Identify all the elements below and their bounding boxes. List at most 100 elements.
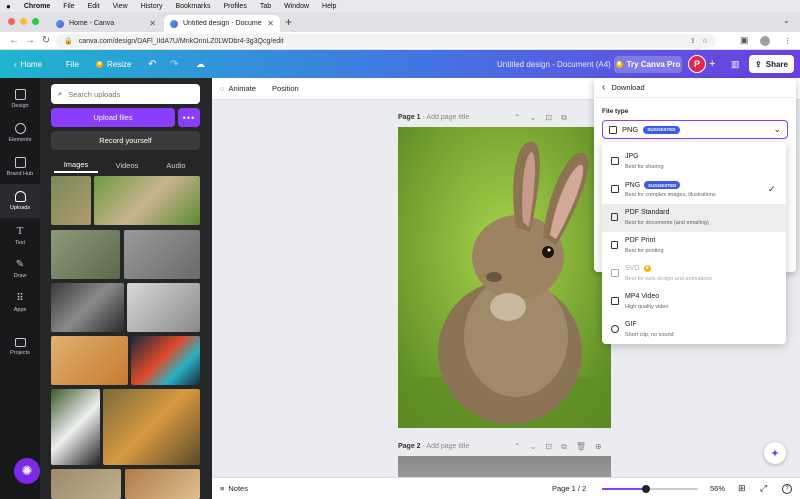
extensions-icon[interactable]: ▣ bbox=[740, 35, 749, 46]
redo-button[interactable]: ↷ bbox=[170, 56, 178, 72]
animate-button[interactable]: ◌ Animate bbox=[220, 84, 256, 93]
duplicate-icon[interactable]: ⧉ bbox=[561, 442, 567, 452]
grid-view-icon[interactable]: ⊞ bbox=[738, 483, 746, 494]
tab-list-icon[interactable]: ⌄ bbox=[783, 16, 790, 25]
option-svg[interactable]: SVG ♛ Best for web design and animations bbox=[602, 260, 786, 288]
try-canva-pro-button[interactable]: ♛ Try Canva Pro bbox=[614, 56, 682, 73]
lock-icon[interactable]: ⊡ bbox=[545, 113, 552, 123]
upload-image-thumbnail[interactable] bbox=[131, 336, 200, 385]
magic-help-button[interactable]: ✦ bbox=[764, 442, 786, 464]
page-1-canvas[interactable] bbox=[398, 127, 611, 428]
menu-file[interactable]: File bbox=[63, 3, 74, 10]
search-uploads-input[interactable]: ⌕ Search uploads bbox=[51, 84, 200, 104]
option-png[interactable]: PNG SUGGESTED Best for complex images, i… bbox=[602, 176, 786, 204]
browser-tab-design[interactable]: Untitled design - Document (A4 ✕ bbox=[164, 15, 280, 32]
menu-edit[interactable]: Edit bbox=[88, 3, 100, 10]
upload-image-thumbnail[interactable] bbox=[51, 176, 91, 225]
menu-history[interactable]: History bbox=[141, 3, 163, 10]
option-mp4-video[interactable]: MP4 Video High quality video bbox=[602, 288, 786, 316]
rail-item-design[interactable]: Design bbox=[0, 82, 40, 116]
upload-image-thumbnail[interactable] bbox=[51, 336, 128, 385]
page-2-label[interactable]: Page 2 - Add page title bbox=[398, 443, 469, 450]
chevron-up-icon[interactable]: ⌃ bbox=[514, 442, 521, 452]
close-window-button[interactable] bbox=[8, 18, 15, 25]
upload-image-thumbnail[interactable] bbox=[127, 283, 200, 332]
url-field[interactable]: 🔒 canva.com/design/DAFl_IIdA7U/MnkOnnLZ0… bbox=[56, 34, 716, 48]
add-collaborator-button[interactable]: + bbox=[709, 56, 715, 72]
forward-arrow-icon[interactable]: → bbox=[22, 35, 38, 46]
more-upload-options-button[interactable]: ••• bbox=[178, 108, 200, 127]
chevron-down-icon[interactable]: ⌄ bbox=[530, 442, 537, 452]
lock-icon[interactable]: ⊡ bbox=[545, 442, 552, 452]
close-tab-icon[interactable]: ✕ bbox=[149, 19, 156, 28]
page-counter[interactable]: Page 1 / 2 bbox=[552, 484, 586, 493]
option-pdf-print[interactable]: PDF Print Best for printing bbox=[602, 232, 786, 260]
menu-tab[interactable]: Tab bbox=[260, 3, 271, 10]
zoom-level[interactable]: 56% bbox=[710, 484, 725, 493]
back-chevron-icon[interactable]: ‹ bbox=[602, 82, 605, 93]
browser-tab-home[interactable]: Home - Canva ✕ bbox=[50, 15, 162, 32]
delete-icon[interactable]: 🗑 bbox=[576, 442, 586, 452]
upload-image-thumbnail[interactable] bbox=[103, 389, 200, 465]
upload-image-thumbnail[interactable] bbox=[124, 230, 200, 279]
add-page-icon[interactable]: ⊕ bbox=[595, 442, 602, 452]
rail-item-uploads[interactable]: Uploads bbox=[0, 184, 40, 218]
upload-image-thumbnail[interactable] bbox=[94, 176, 200, 225]
rail-item-draw[interactable]: ✎ Draw bbox=[0, 252, 40, 286]
apple-icon[interactable]: ● bbox=[6, 2, 11, 11]
rail-item-text[interactable]: T Text bbox=[0, 218, 40, 252]
zoom-window-button[interactable] bbox=[32, 18, 39, 25]
share-page-icon[interactable]: ⇪ bbox=[690, 37, 696, 45]
rail-item-apps[interactable]: ⠿ Apps bbox=[0, 286, 40, 320]
page-1-label[interactable]: Page 1 - Add page title bbox=[398, 114, 469, 121]
rail-item-projects[interactable]: Projects bbox=[0, 330, 40, 364]
upload-image-thumbnail[interactable] bbox=[51, 389, 100, 465]
avatar[interactable]: P bbox=[688, 55, 706, 73]
position-button[interactable]: Position bbox=[272, 84, 299, 93]
upload-image-thumbnail[interactable] bbox=[125, 469, 200, 499]
share-button[interactable]: ⇪ Share bbox=[749, 55, 794, 73]
tab-images[interactable]: Images bbox=[54, 157, 98, 173]
menu-bookmarks[interactable]: Bookmarks bbox=[175, 3, 210, 10]
help-icon[interactable]: ? bbox=[782, 483, 792, 494]
upload-image-thumbnail[interactable] bbox=[51, 230, 120, 279]
browser-menu-icon[interactable]: ⋮ bbox=[784, 37, 791, 45]
zoom-slider-thumb[interactable] bbox=[642, 485, 650, 493]
tab-audio[interactable]: Audio bbox=[156, 157, 196, 173]
menu-window[interactable]: Window bbox=[284, 3, 309, 10]
menu-chrome[interactable]: Chrome bbox=[24, 3, 50, 10]
fullscreen-icon[interactable]: ⤢ bbox=[760, 483, 767, 494]
profile-icon[interactable] bbox=[760, 35, 770, 46]
duplicate-icon[interactable]: ⧉ bbox=[561, 113, 567, 123]
back-arrow-icon[interactable]: ← bbox=[6, 35, 22, 46]
rail-item-elements[interactable]: Elements bbox=[0, 116, 40, 150]
new-tab-icon[interactable]: + bbox=[285, 15, 292, 29]
option-jpg[interactable]: JPG Best for sharing bbox=[602, 148, 786, 176]
home-button[interactable]: ‹ Home bbox=[14, 56, 42, 72]
option-gif[interactable]: GIF Short clip, no sound bbox=[602, 316, 786, 344]
option-pdf-standard[interactable]: PDF Standard Best for documents (and ema… bbox=[602, 204, 786, 232]
upload-image-thumbnail[interactable] bbox=[51, 469, 121, 499]
rail-item-brand-hub[interactable]: Brand Hub bbox=[0, 150, 40, 184]
minimize-window-button[interactable] bbox=[20, 18, 27, 25]
insights-button[interactable]: ▥ bbox=[731, 56, 740, 72]
record-yourself-button[interactable]: Record yourself bbox=[51, 131, 200, 150]
chevron-up-icon[interactable]: ⌃ bbox=[514, 113, 521, 123]
chevron-down-icon[interactable]: ⌄ bbox=[530, 113, 537, 123]
menu-help[interactable]: Help bbox=[322, 3, 336, 10]
undo-button[interactable]: ↶ bbox=[148, 56, 156, 72]
reload-icon[interactable]: ↻ bbox=[38, 35, 54, 46]
document-title[interactable]: Untitled design - Document (A4) bbox=[497, 56, 611, 72]
file-type-select[interactable]: PNG SUGGESTED ⌄ bbox=[602, 120, 788, 139]
tab-videos[interactable]: Videos bbox=[106, 157, 148, 173]
resize-button[interactable]: ♛ Resize bbox=[96, 56, 131, 72]
upload-files-button[interactable]: Upload files bbox=[51, 108, 175, 127]
menu-profiles[interactable]: Profiles bbox=[223, 3, 246, 10]
bookmark-star-icon[interactable]: ☆ bbox=[702, 37, 708, 45]
magic-assistant-button[interactable]: ✺ bbox=[14, 458, 40, 484]
close-tab-icon[interactable]: ✕ bbox=[267, 19, 274, 28]
upload-image-thumbnail[interactable] bbox=[51, 283, 124, 332]
zoom-slider[interactable] bbox=[602, 485, 698, 493]
notes-button[interactable]: ≡ Notes bbox=[220, 484, 248, 493]
menu-view[interactable]: View bbox=[113, 3, 128, 10]
